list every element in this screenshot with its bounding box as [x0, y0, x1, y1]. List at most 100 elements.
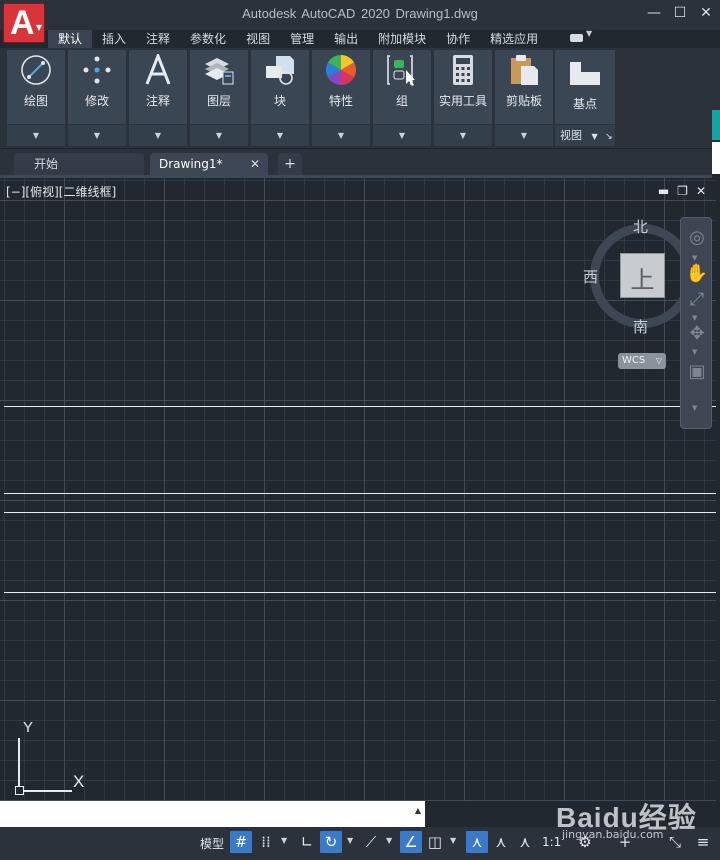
- customize-menu-icon[interactable]: ≡: [692, 831, 714, 853]
- chevron-down-icon[interactable]: ▼: [129, 124, 187, 146]
- chevron-down-icon[interactable]: ▼: [692, 254, 697, 262]
- tab-drawing1[interactable]: Drawing1* ✕: [150, 153, 268, 175]
- tab-featured-apps[interactable]: 精选应用: [480, 30, 548, 48]
- ucs-x-axis: [18, 790, 72, 792]
- pan-hand-icon[interactable]: ✋: [685, 262, 709, 286]
- showmotion-icon[interactable]: ▣: [685, 360, 709, 384]
- steering-wheel-icon[interactable]: ◎: [685, 226, 709, 250]
- tab-insert[interactable]: 插入: [92, 30, 136, 48]
- tab-manage[interactable]: 管理: [280, 30, 324, 48]
- chevron-down-icon[interactable]: ▼: [312, 124, 370, 146]
- snap-grid-icon[interactable]: ⁞⁞: [255, 831, 277, 853]
- chevron-down-icon: ▽: [655, 356, 662, 365]
- tab-output[interactable]: 输出: [324, 30, 368, 48]
- compass-south[interactable]: 南: [633, 316, 648, 337]
- tab-start[interactable]: 开始: [14, 153, 144, 175]
- grid-toggle-icon[interactable]: #: [230, 831, 252, 853]
- close-button[interactable]: ✕: [698, 4, 714, 22]
- wcs-label: WCS: [622, 355, 646, 366]
- annotation-scale-value[interactable]: 1:1: [542, 835, 561, 849]
- panel-view[interactable]: 基点 视图 ▼ ↘: [555, 50, 615, 146]
- group-icon: [387, 55, 415, 86]
- autocad-logo-icon: A: [10, 4, 35, 42]
- close-icon[interactable]: ✕: [250, 153, 260, 175]
- tab-view[interactable]: 视图: [236, 30, 280, 48]
- panel-properties[interactable]: 特性 ▼: [312, 50, 370, 146]
- viewport-controls-label[interactable]: [−][俯视][二维线框]: [6, 183, 116, 200]
- ortho-mode-icon[interactable]: ∟: [296, 831, 318, 853]
- status-bar: 模型 # ⁞⁞ ▼ ∟ ↻ ▼ ⟋ ▼ ∠ ◫ ▼ ⋏ ⋏ ⋏ 1:1 ⚙ + …: [0, 827, 720, 860]
- auto-scale-icon[interactable]: ⋏: [490, 831, 512, 853]
- drawn-line[interactable]: [4, 406, 716, 407]
- new-tab-button[interactable]: +: [278, 153, 302, 175]
- compass-west[interactable]: 西: [583, 266, 598, 287]
- chevron-down-icon[interactable]: ▼: [373, 124, 431, 146]
- panel-group[interactable]: 组 ▼: [373, 50, 431, 146]
- tab-addins[interactable]: 附加模块: [368, 30, 436, 48]
- panel-modify[interactable]: 修改 ▼: [68, 50, 126, 146]
- panel-annotation-label: 注释: [145, 94, 170, 108]
- chevron-down-icon[interactable]: ▼: [251, 124, 309, 146]
- drawn-line[interactable]: [4, 512, 716, 513]
- panel-annotation[interactable]: 注释 ▼: [129, 50, 187, 146]
- minimize-button[interactable]: —: [646, 4, 662, 22]
- calculator-icon: [453, 55, 473, 85]
- wcs-menu[interactable]: WCS ▽: [618, 353, 666, 369]
- drawn-line[interactable]: [4, 493, 716, 494]
- command-history-icon[interactable]: ▲: [415, 806, 421, 815]
- basepoint-label: 基点: [572, 97, 597, 111]
- annotation-scale-icon[interactable]: ⋏: [514, 831, 536, 853]
- chevron-down-icon[interactable]: ▼: [281, 836, 287, 845]
- annotation-visibility-icon[interactable]: ⋏: [466, 831, 488, 853]
- viewcube-top-face[interactable]: 上: [620, 253, 665, 298]
- ribbon-minimize-toggle[interactable]: ▼: [566, 29, 594, 44]
- drawn-line[interactable]: [4, 592, 716, 593]
- polar-tracking-icon[interactable]: ↻: [320, 831, 342, 853]
- chevron-down-icon[interactable]: ▼: [434, 124, 492, 146]
- viewport-close-button[interactable]: ✕: [696, 184, 706, 198]
- model-space-button[interactable]: 模型: [200, 835, 224, 852]
- zoom-extents-icon[interactable]: ⤢: [685, 288, 709, 312]
- chevron-down-icon[interactable]: ▼: [495, 124, 553, 146]
- chevron-down-icon[interactable]: ▼: [692, 314, 697, 322]
- panel-utilities[interactable]: 实用工具 ▼: [434, 50, 492, 146]
- panel-layers[interactable]: 图层 ▼: [190, 50, 248, 146]
- command-line-input[interactable]: ▲: [0, 801, 425, 827]
- compass-north[interactable]: 北: [633, 216, 648, 237]
- chevron-down-icon[interactable]: ▼: [190, 124, 248, 146]
- object-snap-tracking-icon[interactable]: ∠: [400, 831, 422, 853]
- object-snap-icon[interactable]: ◫: [424, 831, 446, 853]
- panel-clipboard[interactable]: 剪贴板 ▼: [495, 50, 553, 146]
- fullscreen-icon[interactable]: ⤡: [664, 831, 686, 853]
- tab-collaborate[interactable]: 协作: [436, 30, 480, 48]
- panel-block[interactable]: 块 ▼: [251, 50, 309, 146]
- dialog-launcher-icon[interactable]: ↘: [605, 132, 613, 142]
- maximize-button[interactable]: ☐: [672, 4, 688, 22]
- panel-modify-label: 修改: [84, 94, 109, 108]
- navbar-customize-icon[interactable]: ▼: [692, 404, 697, 412]
- viewport-restore-button[interactable]: ❐: [677, 184, 688, 198]
- chevron-down-icon[interactable]: ▼: [692, 348, 697, 356]
- tab-annotate[interactable]: 注释: [136, 30, 180, 48]
- viewport-minimize-button[interactable]: ▬: [658, 184, 669, 198]
- add-icon[interactable]: +: [614, 831, 636, 853]
- panel-clipboard-label: 剪贴板: [505, 94, 542, 108]
- tab-default[interactable]: 默认: [48, 30, 93, 48]
- orbit-icon[interactable]: ✥: [685, 322, 709, 346]
- chevron-down-icon[interactable]: ▼: [68, 124, 126, 146]
- drawing-canvas[interactable]: [−][俯视][二维线框] ▬ ❐ ✕ 北 南 东 西 上 WCS ▽ Y X: [0, 178, 716, 801]
- workspace-gear-icon[interactable]: ⚙: [574, 831, 596, 853]
- ribbon-panel: 绘图 ▼ 修改 ▼ 注释 ▼ 图层 ▼ 块 ▼ 特性 ▼ 组 ▼ 实用工具 ▼ …: [0, 48, 720, 148]
- tab-parametric[interactable]: 参数化: [180, 30, 236, 48]
- panel-draw[interactable]: 绘图 ▼: [7, 50, 65, 146]
- chevron-down-icon[interactable]: ▼: [450, 836, 456, 845]
- isodraft-icon[interactable]: ⟋: [360, 831, 382, 853]
- chevron-down-icon[interactable]: ▼: [347, 836, 353, 845]
- chevron-down-icon: ▼: [591, 132, 598, 141]
- chevron-down-icon[interactable]: ▼: [7, 124, 65, 146]
- command-line-background: [425, 801, 720, 827]
- chevron-down-icon[interactable]: ▼: [386, 836, 392, 845]
- title-bar: Autodesk AutoCAD 2020 Drawing1.dwg — ☐ ✕: [0, 0, 720, 30]
- panel-view-footer[interactable]: 视图 ▼ ↘: [555, 124, 615, 146]
- application-menu-button[interactable]: A ▼: [3, 3, 45, 43]
